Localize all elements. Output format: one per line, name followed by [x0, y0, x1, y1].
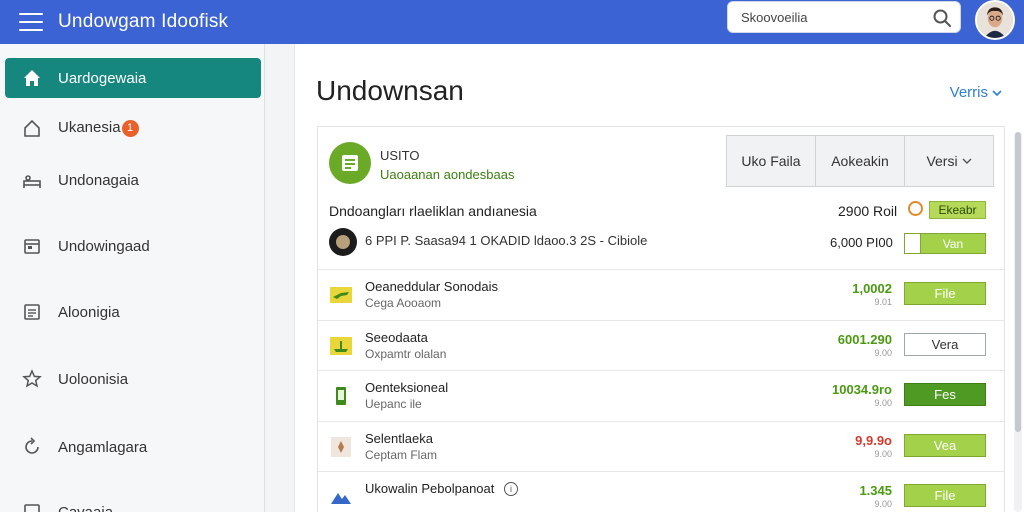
- row-title: Oeaneddular Sonodais: [365, 279, 498, 294]
- sidebar-item-label: Uardogewaia: [58, 69, 147, 87]
- main-content: Undownsan Verris USITO Uaoaanan aondesba…: [294, 44, 1024, 512]
- sidebar-item-label: Uoloonisia: [58, 370, 129, 388]
- row-subtitle: Uepanc ile: [365, 397, 422, 411]
- table-row[interactable]: Seeodaata Oxpamtr olalan 6001.290 9.00 Vera: [318, 319, 1004, 371]
- summary-tag-button[interactable]: Ekeabr: [929, 201, 986, 219]
- sidebar-item-label: Undowingaad: [58, 237, 150, 255]
- row-action-button[interactable]: Vera: [904, 332, 986, 356]
- summary-text: Dndoangları rlaeliklan andıanesia: [329, 203, 537, 219]
- row-subtitle: Oxpamtr olalan: [365, 346, 447, 361]
- home-icon: [21, 67, 43, 89]
- row-amount: 1.345: [859, 483, 892, 498]
- mountain-icon: [329, 485, 353, 509]
- chevron-down-icon: [992, 89, 1002, 96]
- row-subtitle: Ceptam Flam: [365, 447, 438, 462]
- sidebar-item-cavaaia[interactable]: Cavaaia: [5, 492, 261, 512]
- row-amount-sub: 9.00: [874, 398, 892, 408]
- sidebar-item-undonagaia[interactable]: Undonagaia: [5, 160, 261, 200]
- row-title: Oenteksioneal: [365, 380, 449, 395]
- segment-versi[interactable]: Versi: [905, 136, 993, 186]
- row-amount-sub: 9.00: [874, 448, 892, 459]
- hamburger-menu-icon[interactable]: [19, 13, 43, 31]
- sidebar-item-label: Cavaaia: [58, 503, 114, 512]
- scrollbar-thumb[interactable]: [1015, 132, 1021, 432]
- document-icon: [329, 142, 371, 184]
- sidebar-item-label: Undonagaia: [58, 171, 139, 189]
- sidebar-item-label: Angamlagara: [58, 438, 148, 456]
- row-action-button[interactable]: File: [904, 484, 986, 507]
- star-icon: [21, 368, 43, 390]
- card-title: USITO: [380, 148, 420, 163]
- search-input[interactable]: [741, 9, 921, 25]
- avatar-portrait-icon: [977, 2, 1013, 38]
- segment-uko-faila[interactable]: Uko Faila: [727, 136, 816, 186]
- sidebar-item-undowingaad[interactable]: Undowingaad: [5, 226, 261, 266]
- boat-icon: [329, 334, 353, 358]
- info-icon[interactable]: i: [504, 482, 518, 496]
- row-amount: 9,9.9o: [855, 432, 892, 448]
- top-app-bar: Undowgam Idoofisk: [0, 0, 1024, 44]
- chevron-down-icon: [962, 158, 972, 164]
- segmented-control: Uko Faila Aokeakin Versi: [726, 135, 994, 187]
- house-outline-icon: [21, 117, 43, 139]
- transactions-card: USITO Uaoaanan aondesbaas Uko Faila Aoke…: [317, 126, 1005, 512]
- row-amount-sub: 9.00: [874, 347, 892, 358]
- folder-icon: [21, 235, 43, 257]
- meta-toggle-button[interactable]: Van: [904, 233, 986, 254]
- sidebar-item-label: Ukanesia: [58, 119, 121, 137]
- search-box[interactable]: [727, 1, 961, 33]
- summary-amount: 2900 Roil: [838, 203, 898, 219]
- sidebar-item-uoloonisia[interactable]: Uoloonisia: [5, 359, 261, 399]
- row-action-button[interactable]: File: [904, 282, 986, 305]
- device-icon: [329, 384, 353, 408]
- table-row[interactable]: Oenteksioneal Uepanc ile 10034.9ro 9.00 Fes: [318, 370, 1004, 421]
- app-title: Undowgam Idoofisk: [58, 11, 229, 32]
- meta-amount: 6,000 PI00: [830, 235, 893, 250]
- search-icon[interactable]: [932, 8, 952, 28]
- row-title: Selentlaeka: [365, 430, 433, 446]
- tag-icon: [329, 435, 353, 459]
- row-amount: 6001.290: [837, 331, 892, 347]
- plane-icon: [329, 283, 353, 307]
- row-title: Ukowalin Pebolpanoat: [365, 481, 495, 496]
- toggle-label: Van: [942, 236, 964, 251]
- row-amount: 10034.9ro: [832, 382, 892, 397]
- scrollbar[interactable]: [1014, 132, 1022, 512]
- bed-icon: [21, 169, 43, 191]
- toggle-knob: [905, 234, 921, 253]
- view-link-label: Verris: [949, 84, 988, 101]
- sidebar-item-home[interactable]: Uardogewaia: [5, 58, 261, 98]
- sidebar: Uardogewaia Ukanesia 1 Undonagaia Undowin…: [0, 44, 265, 512]
- card-subtitle: Uaoaanan aondesbaas: [380, 167, 515, 182]
- row-action-button[interactable]: Fes: [904, 383, 986, 406]
- list-icon: [21, 301, 43, 323]
- table-row[interactable]: Selentlaeka Ceptam Flam 9,9.9o 9.00 Vea: [318, 420, 1004, 472]
- sidebar-item-angamlagara[interactable]: Angamlagara: [5, 427, 261, 467]
- photo-thumbnail-icon: [329, 228, 357, 256]
- table-row[interactable]: Oeaneddular Sonodais Cega Aooaom 1,0002 9.0…: [318, 269, 1004, 320]
- user-avatar[interactable]: [975, 0, 1015, 40]
- row-amount-sub: 9.00: [874, 499, 892, 509]
- sidebar-item-label: Aloonigia: [58, 303, 120, 321]
- notification-badge: 1: [121, 119, 139, 137]
- table-row[interactable]: Ukowalin Pebolpanoat 1.345 9.00 File i: [318, 471, 1004, 512]
- meta-text: 6 PPI P. Saasa94 1 OKADID ldaoo.3 2S - C…: [365, 233, 648, 248]
- page-title: Undownsan: [316, 75, 464, 106]
- coin-icon: [908, 201, 923, 216]
- row-subtitle: Cega Aooaom: [365, 296, 442, 310]
- segment-aokeakin[interactable]: Aokeakin: [816, 136, 905, 186]
- sidebar-item-aloonigia[interactable]: Aloonigia: [5, 292, 261, 332]
- view-dropdown-link[interactable]: Verris: [950, 84, 1002, 101]
- row-amount-sub: 9.01: [874, 297, 892, 307]
- row-action-button[interactable]: Vea: [904, 433, 986, 457]
- row-title: Seeodaata: [365, 329, 428, 345]
- row-amount: 1,0002: [852, 281, 892, 296]
- refresh-icon: [21, 436, 43, 458]
- edit-icon: [21, 501, 43, 512]
- segment-versi-label: Versi: [926, 153, 958, 169]
- sidebar-item-ukanesia[interactable]: Ukanesia 1: [5, 108, 261, 148]
